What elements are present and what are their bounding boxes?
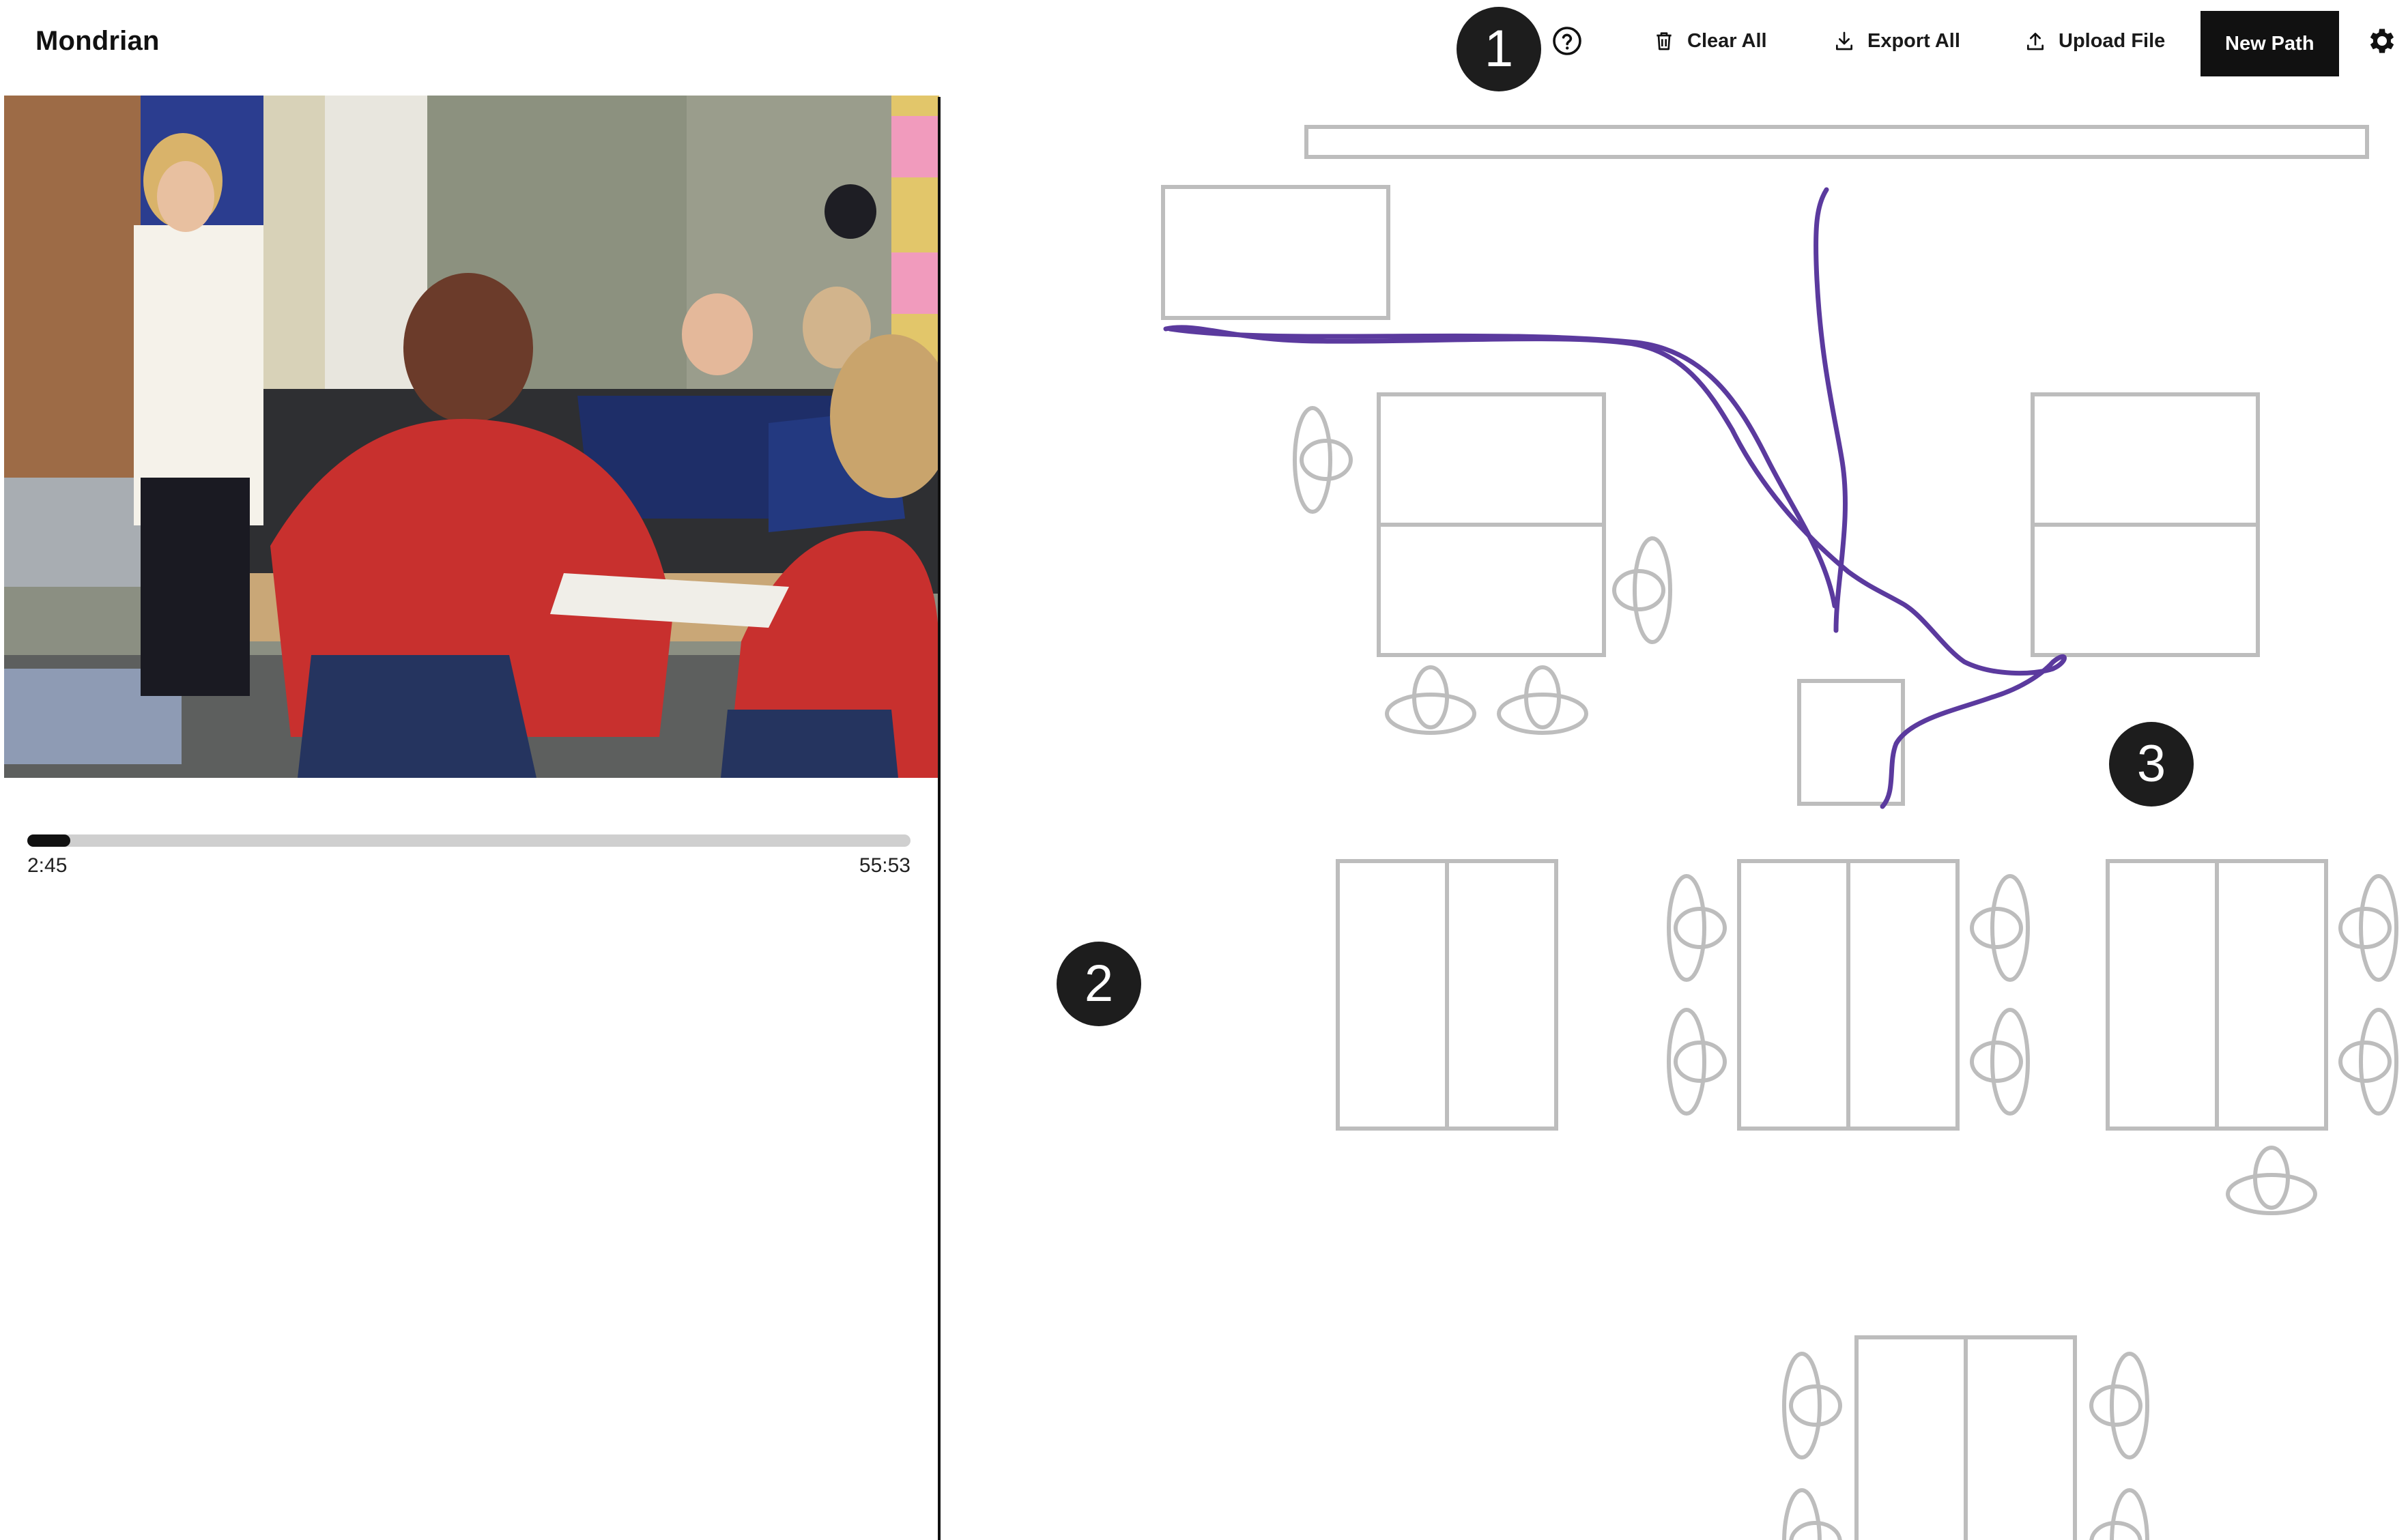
video-frame-image <box>4 96 939 778</box>
chair-shape <box>2089 1352 2149 1459</box>
download-icon <box>1836 31 1852 50</box>
upload-file-label: Upload File <box>2059 29 2166 52</box>
movement-path <box>1163 325 2067 809</box>
chair-shape <box>1782 1352 1842 1459</box>
floor-plan-drawing <box>1161 125 2398 1540</box>
total-time: 55:53 <box>859 854 911 877</box>
whiteboard-shape <box>1304 125 2369 159</box>
chair-shape <box>1293 406 1353 514</box>
export-all-button[interactable]: Export All <box>1829 19 1964 63</box>
current-time: 2:45 <box>27 854 68 877</box>
chair-shape <box>2226 1146 2317 1215</box>
floor-plan-canvas[interactable] <box>941 75 2408 1540</box>
video-progress-fill <box>27 834 71 847</box>
chair-shape <box>1970 1008 2030 1116</box>
chair-shape <box>1385 665 1476 735</box>
chair-shape <box>1970 874 2030 982</box>
video-panel: 2:45 55:53 <box>0 96 939 1540</box>
chair-shape <box>2338 1008 2398 1116</box>
new-path-label: New Path <box>2225 32 2314 55</box>
chair-shape <box>2089 1488 2149 1540</box>
help-button[interactable] <box>1551 25 1583 57</box>
gear-icon <box>2370 29 2394 53</box>
classroom-video[interactable] <box>4 96 939 778</box>
upload-file-button[interactable]: Upload File <box>2020 19 2169 63</box>
settings-button[interactable] <box>2366 25 2398 57</box>
chair-shape <box>1782 1488 1842 1540</box>
chair-shape <box>1667 1008 1727 1116</box>
export-all-label: Export All <box>1867 29 1960 52</box>
chair-shape <box>2338 874 2398 982</box>
teacher-desk-shape <box>1161 185 1390 320</box>
new-path-button[interactable]: New Path <box>2201 11 2339 76</box>
chair-shape <box>1667 874 1727 982</box>
chair-shape <box>1497 665 1588 735</box>
movement-path <box>1167 326 1837 609</box>
small-desk-shape <box>1797 679 1905 806</box>
upload-icon <box>2027 33 2044 50</box>
trash-icon <box>1657 32 1672 50</box>
video-progress-bar[interactable] <box>27 834 911 847</box>
chair-shape <box>1612 536 1672 644</box>
clear-all-button[interactable]: Clear All <box>1649 19 1771 63</box>
toolbar: Clear All Export All Upload File New Pat… <box>0 11 2408 76</box>
question-circle-icon <box>1553 27 1581 55</box>
clear-all-label: Clear All <box>1687 29 1767 52</box>
